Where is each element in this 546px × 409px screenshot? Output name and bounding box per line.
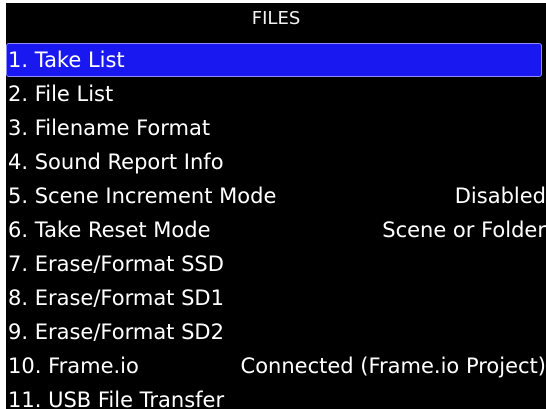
menu-item-erase-format-sd1[interactable]: 8. Erase/Format SD1: [6, 281, 546, 315]
files-menu-list: 1. Take List 2. File List 3. Filename Fo…: [6, 43, 546, 409]
take-reset-mode-value: Scene or Folder: [382, 218, 546, 242]
menu-item-label: 9. Erase/Format SD2: [8, 320, 224, 344]
menu-item-label: 2. File List: [8, 82, 114, 106]
menu-item-label: 3. Filename Format: [8, 116, 211, 140]
frame-io-status-value: Connected (Frame.io Project): [240, 354, 546, 378]
files-menu-screen: FILES 1. Take List 2. File List 3. Filen…: [6, 3, 546, 409]
menu-item-sound-report-info[interactable]: 4. Sound Report Info: [6, 145, 546, 179]
menu-item-frame-io[interactable]: 10. Frame.io Connected (Frame.io Project…: [6, 349, 546, 383]
menu-item-label: 1. Take List: [8, 48, 125, 72]
menu-item-file-list[interactable]: 2. File List: [6, 77, 546, 111]
screen-title: FILES: [251, 8, 301, 29]
scene-increment-mode-value: Disabled: [454, 184, 546, 208]
menu-item-filename-format[interactable]: 3. Filename Format: [6, 111, 546, 145]
menu-item-label: 4. Sound Report Info: [8, 150, 224, 174]
menu-item-scene-increment-mode[interactable]: 5. Scene Increment Mode Disabled: [6, 179, 546, 213]
menu-item-usb-file-transfer[interactable]: 11. USB File Transfer: [6, 383, 546, 409]
menu-item-label: 11. USB File Transfer: [8, 388, 225, 409]
menu-item-label: 7. Erase/Format SSD: [8, 252, 224, 276]
menu-item-erase-format-sd2[interactable]: 9. Erase/Format SD2: [6, 315, 546, 349]
menu-item-label: 8. Erase/Format SD1: [8, 286, 224, 310]
menu-item-take-list[interactable]: 1. Take List: [6, 43, 542, 77]
menu-item-take-reset-mode[interactable]: 6. Take Reset Mode Scene or Folder: [6, 213, 546, 247]
menu-item-erase-format-ssd[interactable]: 7. Erase/Format SSD: [6, 247, 546, 281]
menu-item-label: 5. Scene Increment Mode: [8, 184, 277, 208]
menu-item-label: 10. Frame.io: [8, 354, 139, 378]
menu-item-label: 6. Take Reset Mode: [8, 218, 211, 242]
